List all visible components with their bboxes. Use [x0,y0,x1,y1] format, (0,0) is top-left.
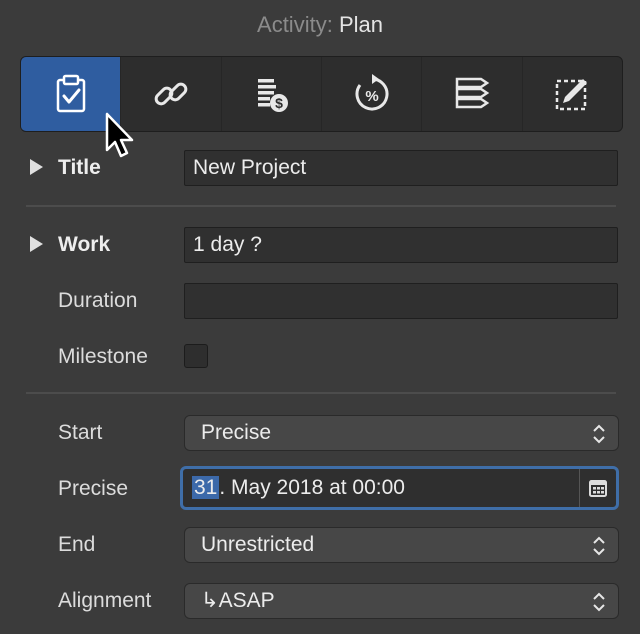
precise-date-field[interactable]: 31. May 2018 at 00:00 [180,466,619,510]
tool-structure[interactable] [421,57,521,131]
milestone-row: Milestone [0,337,640,377]
link-icon [154,82,188,106]
date-rest-segment[interactable]: . May 2018 at 00:00 [219,476,405,499]
svg-text:$: $ [275,95,283,111]
tool-costs[interactable]: $ [220,57,321,131]
title-disclosure-triangle[interactable] [30,159,43,175]
alignment-select[interactable]: ↳ASAP [184,583,619,619]
milestone-checkbox[interactable] [184,344,208,368]
work-label: Work [58,233,111,256]
title-label: Title [58,156,101,179]
end-label: End [58,533,96,556]
list-tags-icon [455,77,490,109]
clipboard-check-icon [56,74,85,113]
start-select-value: Precise [201,421,272,444]
header-value: Plan [338,12,383,37]
separator [26,205,616,207]
chevron-updown-icon [593,592,605,612]
milestone-label: Milestone [58,345,148,368]
precise-label: Precise [58,477,129,500]
precise-date-text: 31. May 2018 at 00:00 [192,476,405,500]
chevron-updown-icon [593,536,605,556]
end-select-value: Unrestricted [201,533,315,556]
chevron-updown-icon [593,424,605,444]
end-select[interactable]: Unrestricted [184,527,619,563]
edit-note-icon [556,79,588,111]
title-field[interactable]: New Project [184,150,618,186]
separator [26,392,616,394]
calendar-button[interactable] [579,469,616,507]
svg-text:%: % [365,88,378,105]
alignment-select-value: ↳ASAP [201,589,275,612]
duration-field[interactable] [184,283,618,319]
alignment-label: Alignment [58,589,152,612]
start-label: Start [58,421,103,444]
percent-progress-icon: % [355,74,389,111]
cost-list-icon: $ [258,79,289,112]
work-disclosure-triangle[interactable] [30,236,43,252]
duration-label: Duration [58,289,138,312]
tool-notes[interactable] [521,57,622,131]
inspector-header: Activity: Plan [0,12,640,38]
start-select[interactable]: Precise [184,415,619,451]
work-field[interactable]: 1 day ? [184,227,618,263]
date-day-segment[interactable]: 31 [192,476,220,499]
calendar-icon [589,480,607,497]
tool-progress[interactable]: % [320,57,421,131]
header-label: Activity: [257,12,333,37]
